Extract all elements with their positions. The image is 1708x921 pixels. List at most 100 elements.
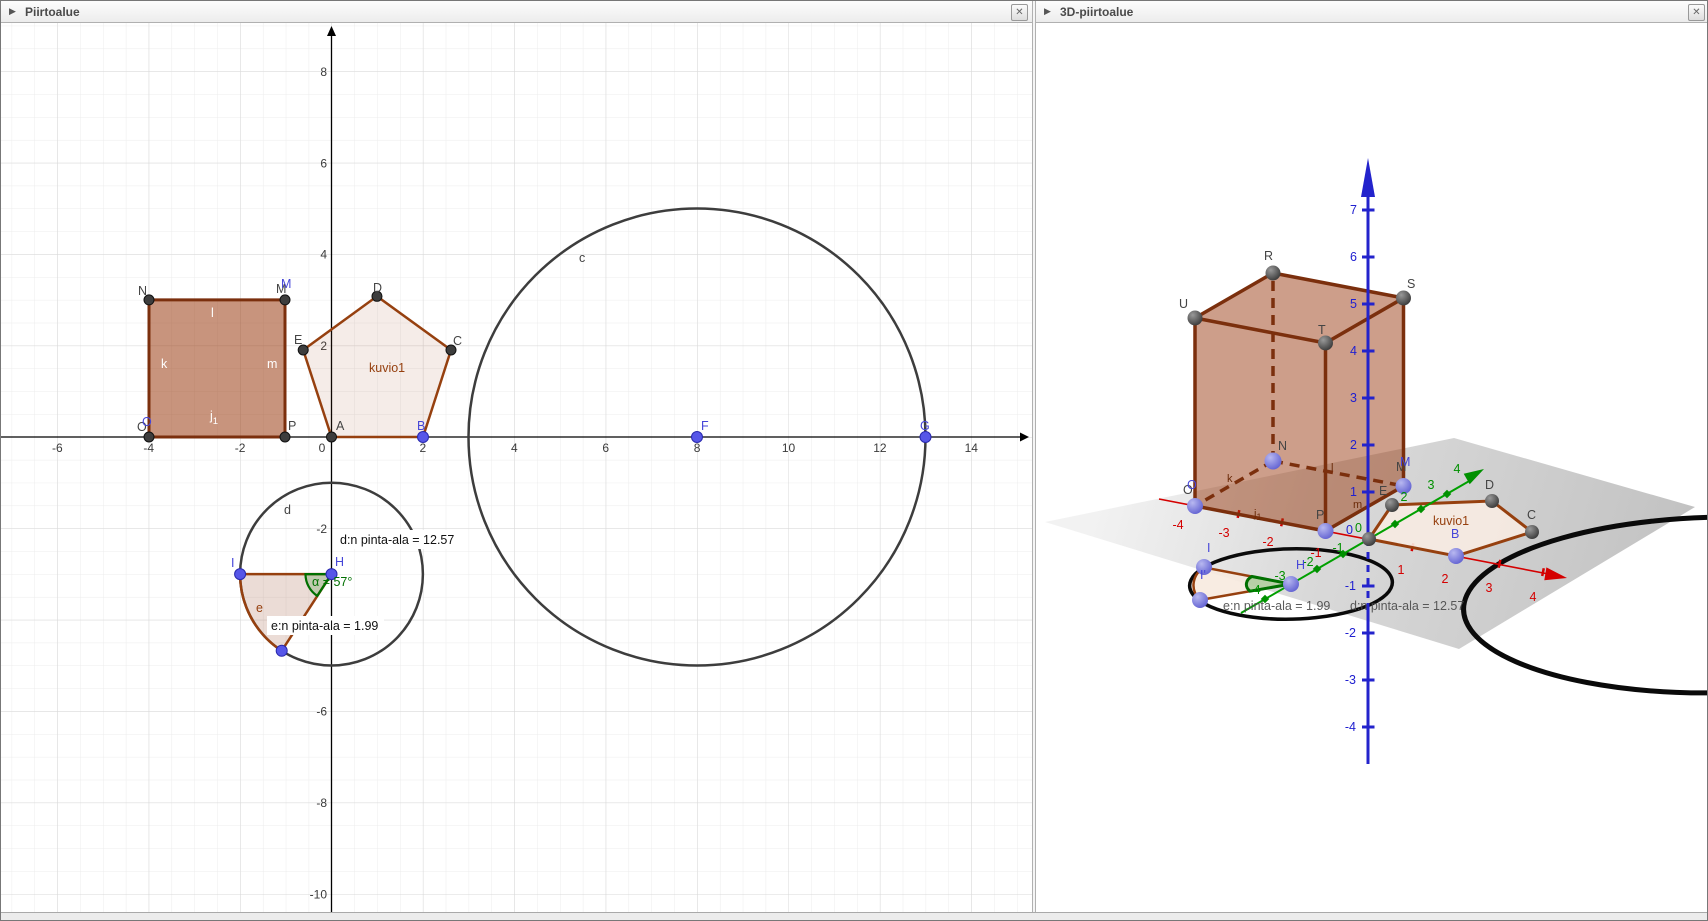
point-A-3d[interactable] <box>1362 532 1376 546</box>
point-E-3d[interactable] <box>1385 498 1399 512</box>
y-tick-3d: 4 <box>1454 462 1461 476</box>
point-B[interactable] <box>418 432 429 443</box>
point-N-3d[interactable] <box>1265 453 1282 470</box>
label-A: A <box>336 419 345 433</box>
y-tick: -10 <box>310 888 328 902</box>
d-area-text: d:n pinta-ala = 12.57 <box>340 533 454 547</box>
point-C-3d[interactable] <box>1525 525 1539 539</box>
point-U-3d[interactable] <box>1188 311 1203 326</box>
label-E-3d: E <box>1379 484 1387 498</box>
point-I-prime-3d[interactable] <box>1192 592 1208 608</box>
z-tick: 1 <box>1350 485 1357 499</box>
graphics-view-2d[interactable]: -6 -4 -2 0 2 4 6 8 10 12 14 8 6 4 2 -2 -… <box>1 23 1032 912</box>
y-tick-3d: -4 <box>1249 583 1260 597</box>
x-tick: 10 <box>782 441 796 455</box>
x-tick-3d: -4 <box>1172 518 1183 532</box>
label-c: c <box>579 251 585 265</box>
label-O-3d-overlap: O <box>1187 478 1197 492</box>
label-kuvio1: kuvio1 <box>369 361 405 375</box>
x-tick: 2 <box>420 441 427 455</box>
left-panel-header: ▶ Piirtoalue ✕ <box>1 1 1032 23</box>
origin-zero-green: 0 <box>1355 521 1362 535</box>
box-front-face[interactable] <box>1195 318 1326 531</box>
grid-major <box>1 23 1032 912</box>
y-tick-3d: 3 <box>1428 478 1435 492</box>
label-F: F <box>701 419 709 433</box>
label-P-3d: P <box>1316 508 1324 522</box>
y-tick: -8 <box>316 796 327 810</box>
point-B-3d[interactable] <box>1448 548 1464 564</box>
point-D-3d[interactable] <box>1485 494 1499 508</box>
label-N-3d: N <box>1278 439 1287 453</box>
point-A[interactable] <box>327 432 337 442</box>
label-kuvio1-3d: kuvio1 <box>1433 514 1469 528</box>
point-M[interactable] <box>280 295 290 305</box>
z-tick: 7 <box>1350 203 1357 217</box>
x-tick-3d: 2 <box>1442 572 1449 586</box>
x-tick-3d: -2 <box>1262 535 1273 549</box>
label-edge-l-3d: l <box>1331 462 1333 474</box>
label-H-3d: H <box>1296 558 1305 572</box>
geogebra-window: ▶ Piirtoalue ✕ ▶ 3D-piirtoalue ✕ -6 <box>0 0 1708 921</box>
label-H: H <box>335 555 344 569</box>
label-edge-m: m <box>267 357 277 371</box>
x-tick: -6 <box>52 441 63 455</box>
label-edge-k-3d: k <box>1227 473 1233 485</box>
d-area-text-3d[interactable]: d:n pinta-ala = 12.57 <box>1350 599 1464 613</box>
label-O-overlap: O <box>142 415 152 429</box>
label-C-3d: C <box>1527 508 1536 522</box>
label-B-3d: B <box>1451 527 1459 541</box>
z-tick-zero: 0 <box>1346 523 1353 537</box>
label-E: E <box>294 333 302 347</box>
label-edge-k: k <box>161 357 168 371</box>
z-tick: -4 <box>1345 720 1356 734</box>
x-tick-3d: 1 <box>1398 563 1405 577</box>
y-tick: -2 <box>316 522 327 536</box>
point-I-prime[interactable] <box>276 645 287 656</box>
close-icon[interactable]: ✕ <box>1011 4 1028 21</box>
collapse-triangle-icon[interactable]: ▶ <box>1044 6 1056 17</box>
x-tick: -2 <box>235 441 246 455</box>
label-M-3d-overlap: M <box>1400 455 1410 469</box>
y-tick-3d: 2 <box>1401 490 1408 504</box>
label-S-3d: S <box>1407 277 1415 291</box>
e-area-text: e:n pinta-ala = 1.99 <box>271 619 378 633</box>
collapse-triangle-icon[interactable]: ▶ <box>9 6 21 17</box>
x-tick: 6 <box>602 441 609 455</box>
z-tick: 6 <box>1350 250 1357 264</box>
point-O-3d[interactable] <box>1187 498 1203 514</box>
window-bottom-edge <box>1 912 1708 921</box>
label-e: e <box>256 601 263 615</box>
e-area-text-3d[interactable]: e:n pinta-ala = 1.99 <box>1223 599 1330 613</box>
point-P-3d[interactable] <box>1318 523 1334 539</box>
graphics-view-3d[interactable]: k l m j1 <box>1036 23 1708 912</box>
x-tick: 4 <box>511 441 518 455</box>
z-tick: -2 <box>1345 626 1356 640</box>
label-edge-m-3d: m <box>1353 499 1362 511</box>
close-icon[interactable]: ✕ <box>1688 4 1705 21</box>
x-tick: 8 <box>694 441 701 455</box>
point-G[interactable] <box>920 432 931 443</box>
label-edge-l: l <box>211 306 214 320</box>
label-P: P <box>288 419 296 433</box>
text-e-area[interactable]: e:n pinta-ala = 1.99 <box>267 616 384 635</box>
y-tick: 4 <box>320 248 327 262</box>
point-R-3d[interactable] <box>1266 266 1281 281</box>
z-tick: 4 <box>1350 344 1357 358</box>
left-panel-title: Piirtoalue <box>25 5 80 19</box>
point-P[interactable] <box>280 432 290 442</box>
x-tick: 0 <box>319 441 326 455</box>
point-T-3d[interactable] <box>1318 336 1333 351</box>
point-I[interactable] <box>235 569 246 580</box>
x-tick-3d: 3 <box>1486 581 1493 595</box>
label-M-overlap: M <box>281 277 291 291</box>
label-I-3d: I <box>1207 541 1210 555</box>
point-S-3d[interactable] <box>1396 291 1411 306</box>
text-d-area[interactable]: d:n pinta-ala = 12.57 <box>336 530 457 549</box>
point-F[interactable] <box>692 432 703 443</box>
y-tick-3d: -1 <box>1332 541 1343 555</box>
label-T-3d: T <box>1318 323 1326 337</box>
y-tick-3d: -3 <box>1274 569 1285 583</box>
label-B: B <box>417 419 425 433</box>
label-alpha: α = 57° <box>312 575 352 589</box>
